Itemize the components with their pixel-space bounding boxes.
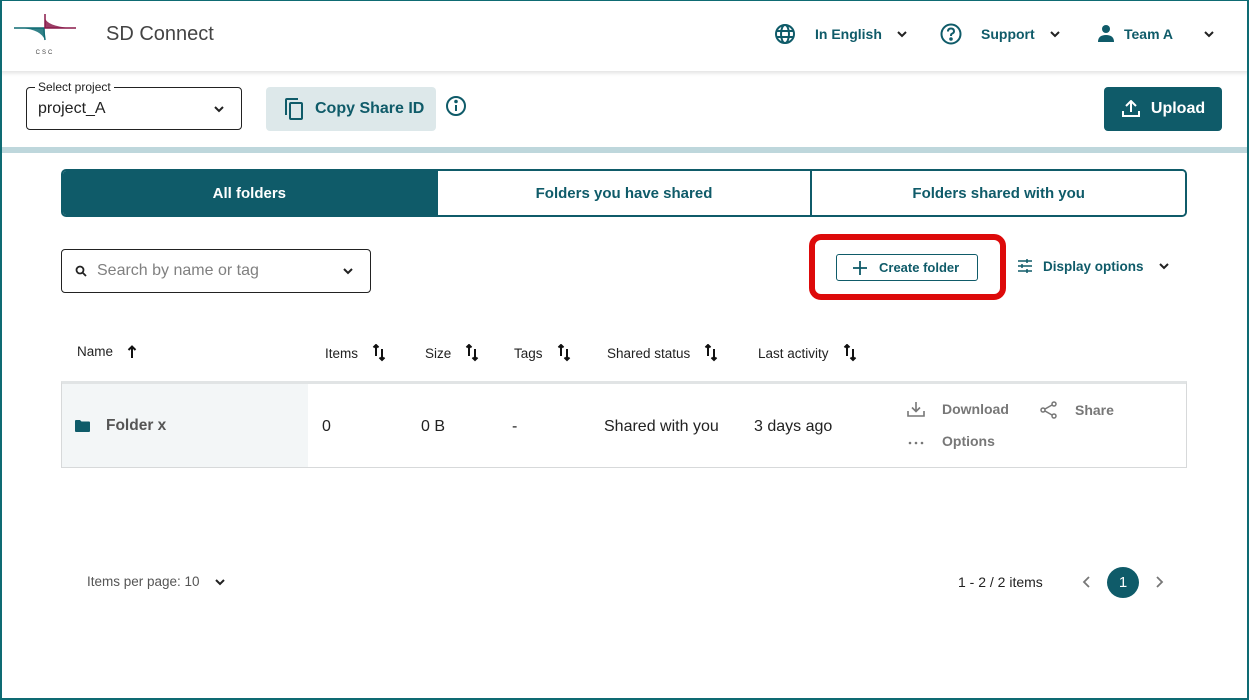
page-button-current[interactable]: 1 bbox=[1107, 567, 1139, 598]
top-header: CSC SD Connect In English Support Team A bbox=[0, 0, 1249, 71]
items-per-page-select[interactable]: Items per page: 10 bbox=[87, 574, 226, 589]
upload-button[interactable]: Upload bbox=[1104, 87, 1222, 131]
sort-icon bbox=[557, 344, 570, 362]
chevron-down-icon bbox=[1049, 31, 1060, 38]
folder-icon bbox=[75, 419, 90, 432]
chevron-down-icon bbox=[214, 106, 224, 113]
items-cell: 0 bbox=[322, 418, 331, 435]
chevron-down-icon bbox=[214, 578, 225, 585]
sort-icon bbox=[466, 344, 479, 362]
tab-folders-shared-with-you[interactable]: Folders shared with you bbox=[810, 171, 1185, 215]
sliders-icon bbox=[1018, 259, 1032, 273]
sort-icon bbox=[372, 344, 386, 362]
column-header-size[interactable]: Size bbox=[425, 344, 479, 362]
project-toolbar: Select project project_A Copy Share ID U… bbox=[0, 71, 1249, 147]
chevron-down-icon bbox=[1204, 31, 1214, 38]
folder-tabs: All folders Folders you have shared Fold… bbox=[61, 169, 1187, 217]
support-menu[interactable]: Support bbox=[939, 22, 1061, 46]
column-label: Last activity bbox=[758, 345, 829, 361]
help-circle-icon bbox=[940, 23, 962, 45]
share-button[interactable]: Share bbox=[1040, 401, 1114, 419]
sort-icon bbox=[843, 344, 856, 362]
column-header-items[interactable]: Items bbox=[325, 344, 386, 362]
create-folder-label: Create folder bbox=[879, 260, 960, 275]
logo-text: CSC bbox=[36, 50, 55, 56]
items-per-page-label: Items per page: 10 bbox=[87, 574, 200, 589]
search-icon bbox=[75, 265, 87, 277]
column-header-last-activity[interactable]: Last activity bbox=[758, 344, 857, 362]
more-horizontal-icon bbox=[908, 441, 924, 445]
sort-ascending-icon bbox=[127, 344, 137, 358]
folder-name-cell[interactable]: Folder x bbox=[62, 384, 308, 467]
options-button[interactable]: Options bbox=[907, 433, 995, 449]
share-label: Share bbox=[1075, 402, 1114, 418]
download-button[interactable]: Download bbox=[907, 401, 1009, 417]
chevron-down-icon bbox=[1158, 263, 1169, 270]
chevron-down-icon bbox=[897, 31, 907, 38]
upload-label: Upload bbox=[1150, 100, 1206, 117]
chevron-right-icon[interactable] bbox=[1152, 574, 1166, 590]
create-folder-button[interactable]: Create folder bbox=[836, 254, 978, 281]
copy-icon bbox=[285, 98, 303, 120]
folder-name: Folder x bbox=[106, 416, 167, 434]
copy-share-id-label: Copy Share ID bbox=[315, 100, 425, 117]
language-label: In English bbox=[815, 26, 882, 42]
column-header-tags[interactable]: Tags bbox=[514, 344, 571, 362]
project-select-value: project_A bbox=[38, 100, 106, 117]
size-cell: 0 B bbox=[421, 418, 446, 435]
copy-share-id-button[interactable]: Copy Share ID bbox=[266, 87, 436, 131]
csc-logo-icon: CSC bbox=[14, 14, 76, 56]
app-title: SD Connect bbox=[106, 23, 214, 45]
plus-icon bbox=[853, 260, 867, 275]
tags-cell: - bbox=[512, 418, 518, 435]
project-select[interactable]: Select project project_A bbox=[26, 80, 242, 130]
pagination-range: 1 - 2 / 2 items bbox=[958, 574, 1043, 590]
search-input[interactable]: Search by name or tag bbox=[61, 249, 371, 293]
user-icon bbox=[1098, 25, 1114, 42]
column-label: Shared status bbox=[607, 345, 691, 361]
sort-icon bbox=[705, 344, 718, 362]
download-icon bbox=[907, 402, 925, 417]
column-label: Items bbox=[325, 345, 359, 361]
search-placeholder: Search by name or tag bbox=[97, 262, 259, 279]
download-label: Download bbox=[942, 401, 1009, 417]
last-activity-cell: 3 days ago bbox=[754, 418, 833, 435]
support-label: Support bbox=[981, 26, 1035, 42]
globe-icon bbox=[775, 24, 795, 44]
user-menu[interactable]: Team A bbox=[1094, 22, 1215, 46]
column-header-shared-status[interactable]: Shared status bbox=[607, 344, 718, 362]
project-select-legend: Select project bbox=[35, 80, 114, 94]
column-label: Tags bbox=[514, 345, 543, 361]
column-label: Size bbox=[425, 345, 452, 361]
display-options-button[interactable]: Display options bbox=[1017, 258, 1170, 274]
column-label: Name bbox=[77, 344, 114, 359]
shared-status-cell: Shared with you bbox=[604, 418, 719, 435]
chevron-left-icon[interactable] bbox=[1080, 574, 1094, 590]
table-row[interactable]: Folder x 0 0 B - Shared with you 3 days … bbox=[61, 381, 1187, 468]
options-label: Options bbox=[942, 433, 995, 449]
chevron-down-icon bbox=[343, 268, 353, 275]
column-header-name[interactable]: Name bbox=[77, 344, 137, 359]
user-label: Team A bbox=[1124, 26, 1174, 42]
display-options-label: Display options bbox=[1043, 258, 1144, 274]
upload-icon bbox=[1121, 100, 1140, 117]
language-menu[interactable]: In English bbox=[773, 22, 908, 46]
toolbar-divider bbox=[0, 147, 1249, 153]
info-icon[interactable] bbox=[445, 95, 467, 117]
tab-all-folders[interactable]: All folders bbox=[63, 171, 436, 215]
tab-folders-you-have-shared[interactable]: Folders you have shared bbox=[435, 171, 811, 215]
share-icon bbox=[1040, 401, 1057, 419]
